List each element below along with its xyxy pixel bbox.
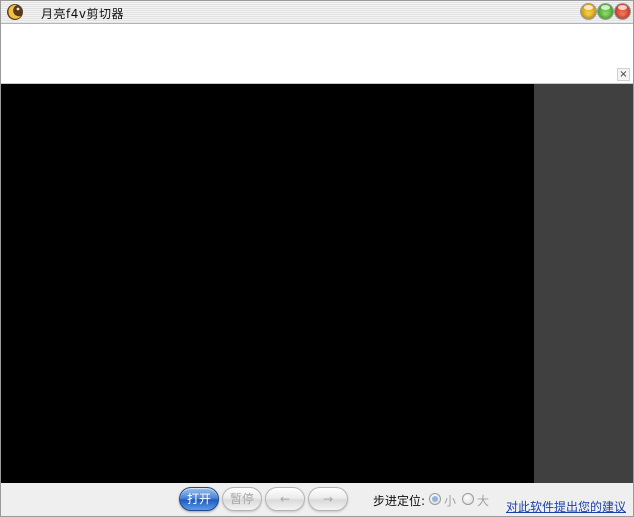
side-panel [534,84,633,483]
app-window: 月亮f4v剪切器 × 打开 暂停 ← → 步进定位: 小 大 对此软件提出您的建… [0,0,634,517]
open-button[interactable]: 打开 [179,487,219,511]
feedback-link[interactable]: 对此软件提出您的建议 [506,498,626,515]
close-button[interactable] [615,4,630,19]
video-preview[interactable] [1,84,534,483]
title-bar[interactable]: 月亮f4v剪切器 [1,1,633,24]
banner-close-icon[interactable]: × [617,68,630,81]
banner-area: × [1,24,633,84]
minimize-button[interactable] [581,4,596,19]
window-title: 月亮f4v剪切器 [41,7,124,21]
step-small-label: 小 [444,494,457,508]
step-small-radio[interactable] [429,493,441,505]
step-label: 步进定位: [373,494,426,508]
step-large-radio[interactable] [462,493,474,505]
step-back-button[interactable]: ← [265,487,305,511]
pause-button[interactable]: 暂停 [222,487,262,511]
moon-icon [6,3,24,21]
step-forward-button[interactable]: → [308,487,348,511]
step-large-label: 大 [477,494,490,508]
bottom-toolbar: 打开 暂停 ← → 步进定位: 小 大 对此软件提出您的建议 [1,483,633,516]
maximize-button[interactable] [598,4,613,19]
